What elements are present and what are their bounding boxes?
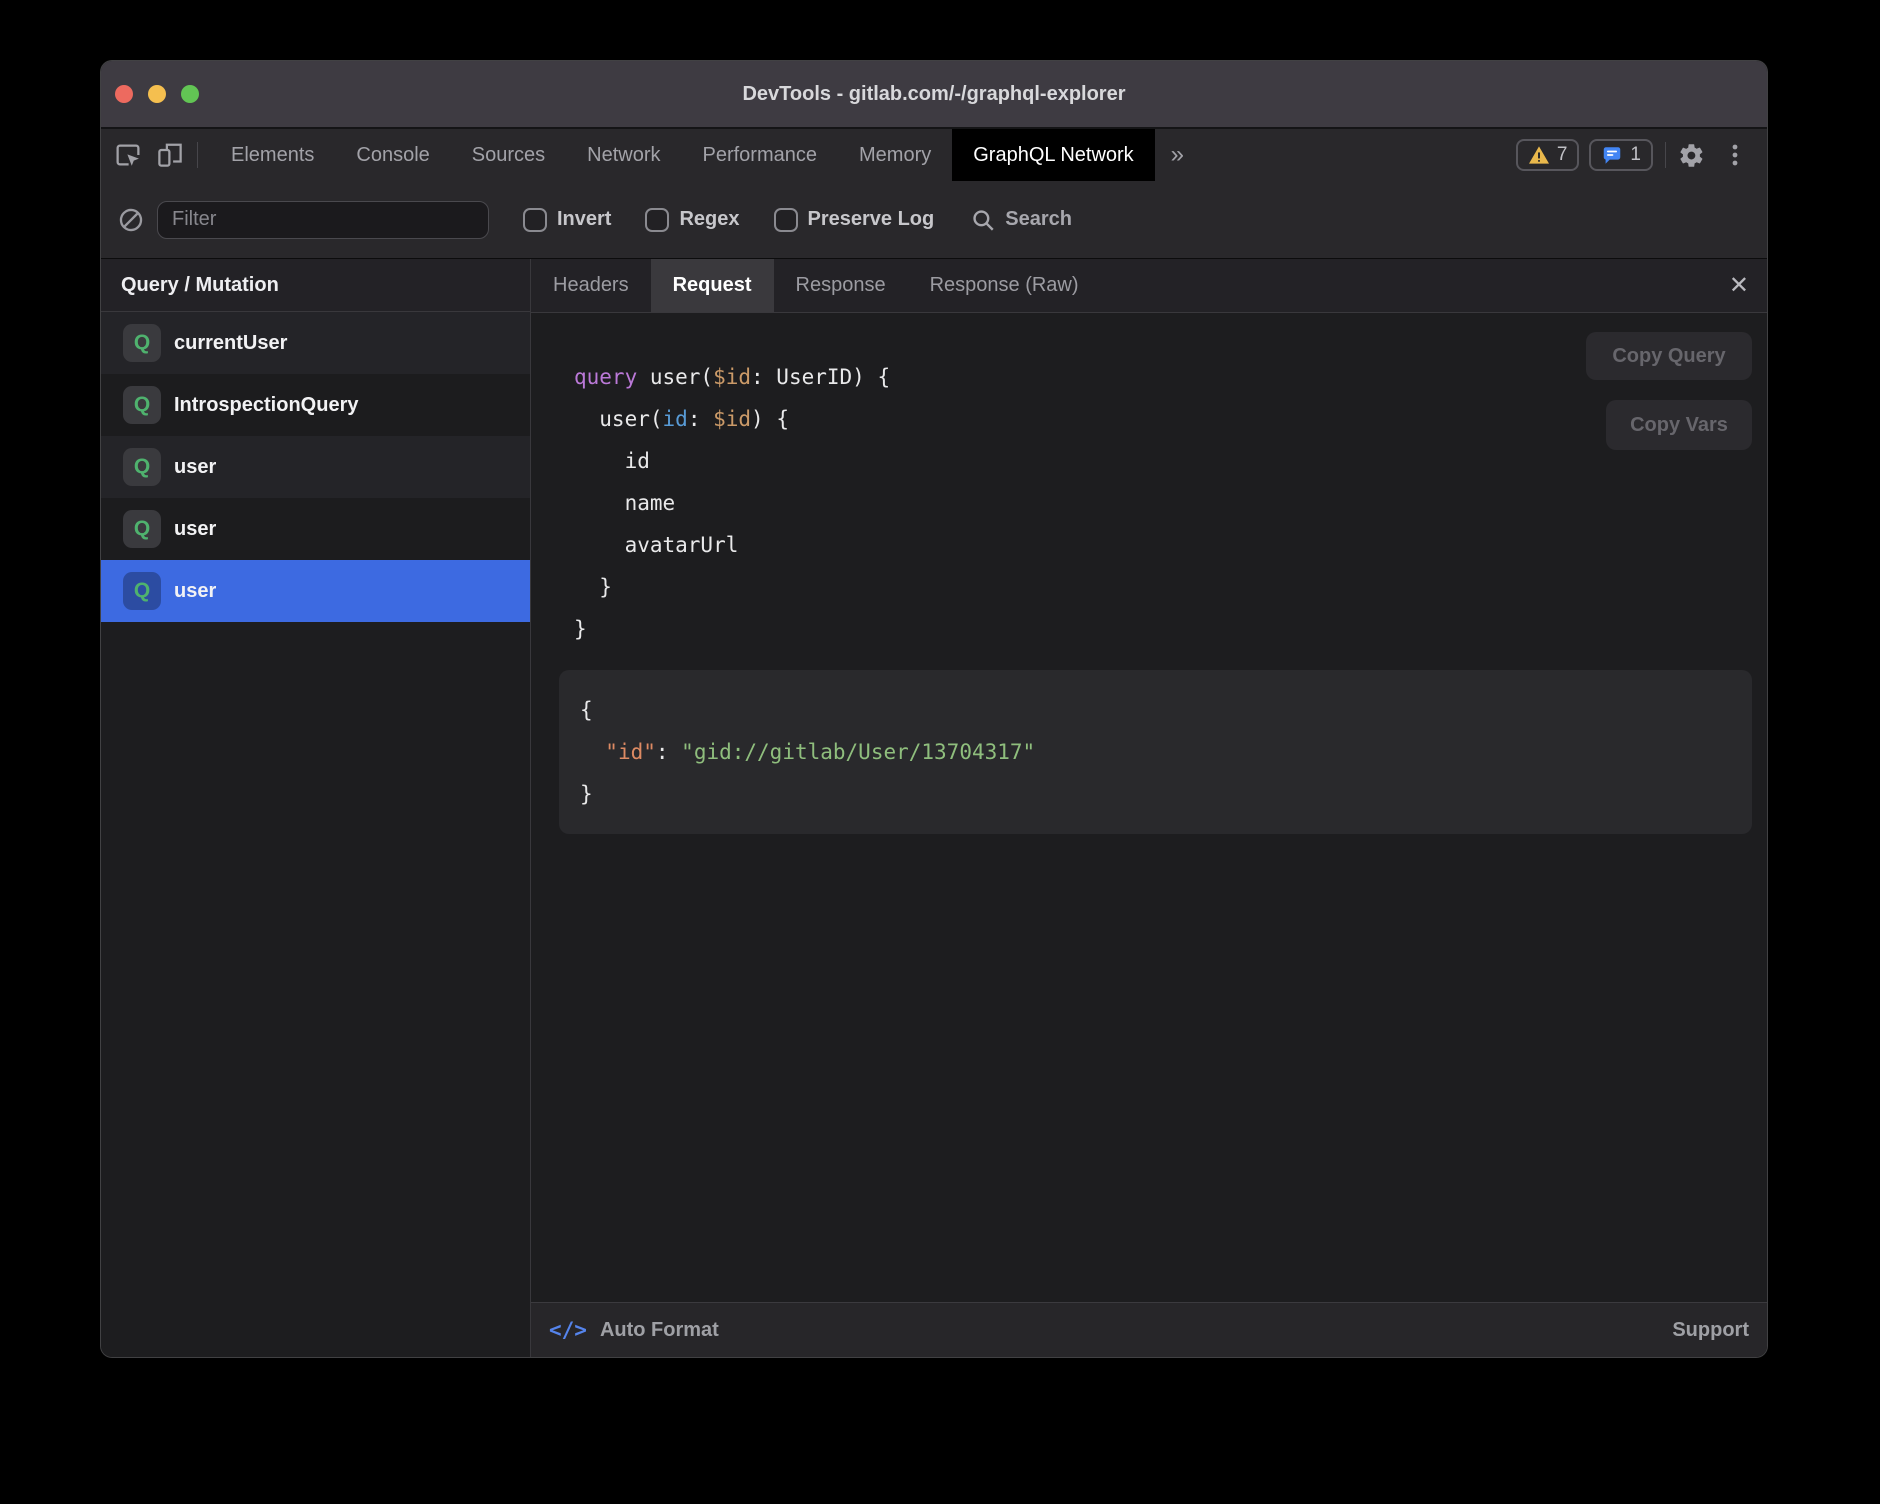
warning-count: 7 [1557,144,1568,166]
devtools-toolbar: ElementsConsoleSourcesNetworkPerformance… [101,129,1767,181]
tab-console[interactable]: Console [335,129,450,181]
checkbox-label: Regex [679,208,739,231]
console-messages-badge[interactable]: 1 [1589,139,1653,171]
query-type-badge: Q [123,324,161,362]
checkbox-regex[interactable]: Regex [645,208,739,232]
toolbar-divider [1665,142,1666,168]
inspect-element-icon[interactable] [113,140,143,170]
query-name: user [174,456,216,479]
device-toolbar-icon[interactable] [155,140,185,170]
query-list-item[interactable]: Quser [101,436,530,498]
query-name: currentUser [174,332,287,355]
filter-checkboxes: Invert Regex Preserve Log [489,208,934,232]
settings-gear-icon[interactable] [1678,142,1705,169]
query-name: user [174,518,216,541]
query-type-badge: Q [123,448,161,486]
query-list-item[interactable]: QcurrentUser [101,312,530,374]
code-line: { [580,689,1731,731]
code-format-icon: </> [549,1318,587,1342]
code-line: } [574,608,1767,650]
request-variables-box: { "id": "gid://gitlab/User/13704317"} [559,670,1752,834]
more-tabs-button[interactable]: » [1155,141,1200,169]
detail-tabs-row: HeadersRequestResponseResponse (Raw) ✕ [531,259,1767,313]
devtools-tabs: ElementsConsoleSourcesNetworkPerformance… [210,129,1155,181]
tab-sources[interactable]: Sources [451,129,566,181]
window-title: DevTools - gitlab.com/-/graphql-explorer [101,83,1767,106]
tab-network[interactable]: Network [566,129,681,181]
query-sidebar: Query / Mutation QcurrentUserQIntrospect… [101,259,531,1357]
auto-format-button[interactable]: Auto Format [600,1319,719,1342]
detail-tab-request[interactable]: Request [651,259,774,312]
query-list: QcurrentUserQIntrospectionQueryQuserQuse… [101,312,530,622]
issues-warning-badge[interactable]: 7 [1516,139,1580,171]
code-line: user(id: $id) { [574,398,1767,440]
query-name: user [174,580,216,603]
checkbox-invert[interactable]: Invert [523,208,611,232]
query-list-item[interactable]: Quser [101,560,530,622]
close-icon[interactable]: ✕ [1729,274,1749,298]
sidebar-header: Query / Mutation [101,259,530,312]
support-link[interactable]: Support [1672,1319,1749,1342]
query-list-item[interactable]: Quser [101,498,530,560]
devtools-window: DevTools - gitlab.com/-/graphql-explorer… [100,60,1768,1358]
code-line: name [574,482,1767,524]
message-bubble-icon [1601,144,1623,166]
checkbox-box[interactable] [645,208,669,232]
filter-bar: Invert Regex Preserve Log Search [101,181,1767,259]
toolbar-divider [197,142,198,168]
checkbox-box[interactable] [523,208,547,232]
request-query-code: query user($id: UserID) { user(id: $id) … [574,356,1767,650]
query-type-badge: Q [123,572,161,610]
detail-tab-headers[interactable]: Headers [531,259,651,312]
code-line: avatarUrl [574,524,1767,566]
code-line: "id": "gid://gitlab/User/13704317" [580,731,1731,773]
toolbar-left-icons [101,140,185,170]
detail-tabs: HeadersRequestResponseResponse (Raw) [531,259,1101,312]
main-content: Query / Mutation QcurrentUserQIntrospect… [101,259,1767,1357]
request-view: query user($id: UserID) { user(id: $id) … [531,313,1767,1302]
checkbox-label: Preserve Log [808,208,935,231]
filter-input[interactable] [157,201,489,239]
tab-memory[interactable]: Memory [838,129,952,181]
search-label: Search [1005,208,1072,231]
query-type-badge: Q [123,510,161,548]
message-count: 1 [1630,144,1641,166]
tab-elements[interactable]: Elements [210,129,335,181]
query-list-item[interactable]: Q IntrospectionQuery [101,374,530,436]
tab-graphql-network[interactable]: GraphQL Network [952,129,1154,181]
clear-block-icon[interactable] [117,206,145,234]
code-line: id [574,440,1767,482]
search-icon [970,207,996,233]
code-line: } [580,773,1731,815]
tab-performance[interactable]: Performance [682,129,839,181]
toolbar-right-cluster: 7 1 [1516,139,1747,171]
checkbox-label: Invert [557,208,611,231]
warning-icon [1528,145,1550,165]
code-line: } [574,566,1767,608]
query-type-badge: Q [123,386,161,424]
copy-query-button[interactable]: Copy Query [1586,332,1752,380]
checkbox-preserve-log[interactable]: Preserve Log [774,208,935,232]
detail-tab-response[interactable]: Response [774,259,908,312]
detail-panel: HeadersRequestResponseResponse (Raw) ✕ q… [531,259,1767,1357]
query-name: IntrospectionQuery [174,394,358,417]
checkbox-box[interactable] [774,208,798,232]
detail-footer: </> Auto Format Support [531,1302,1767,1357]
copy-vars-button[interactable]: Copy Vars [1606,400,1752,450]
more-options-icon[interactable] [1723,142,1747,168]
search-button[interactable]: Search [970,207,1072,233]
titlebar: DevTools - gitlab.com/-/graphql-explorer [101,61,1767,127]
detail-tab-response-raw[interactable]: Response (Raw) [908,259,1101,312]
